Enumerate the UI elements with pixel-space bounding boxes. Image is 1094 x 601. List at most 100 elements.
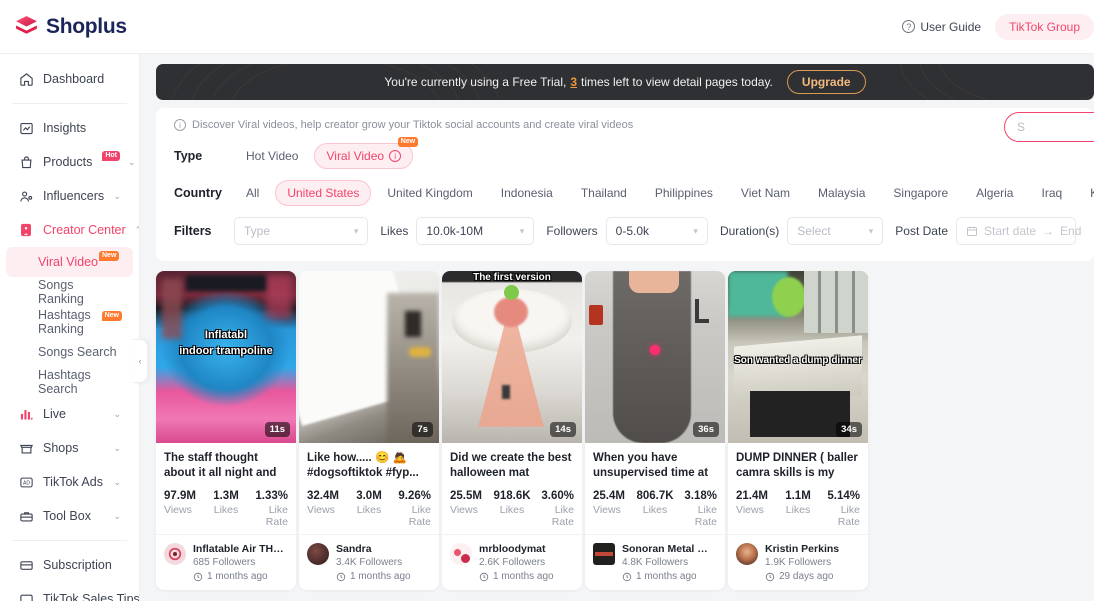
post-age-label: 1 months ago bbox=[493, 571, 554, 582]
video-card-footer[interactable]: Kristin Perkins 1.9K Followers 29 days a… bbox=[728, 534, 868, 590]
upgrade-button[interactable]: Upgrade bbox=[786, 70, 866, 94]
video-thumbnail[interactable]: Inflatabl indoor trampoline 11s bbox=[156, 271, 296, 443]
user-guide-button[interactable]: ? User Guide bbox=[902, 20, 981, 34]
video-card-footer[interactable]: Sonoran Metal Works 4.8K Followers 1 mon… bbox=[585, 534, 725, 590]
video-thumbnail[interactable]: 36s bbox=[585, 271, 725, 443]
likes-value: 806.7K bbox=[636, 490, 674, 502]
sidebar-item-tiktok-sales-tips[interactable]: TikTok Sales Tips bbox=[6, 582, 139, 601]
brand-name: Shoplus bbox=[46, 14, 127, 38]
views-label: Views bbox=[307, 504, 335, 516]
follower-count: 685 Followers bbox=[193, 557, 256, 568]
sidebar-item-hashtags-search[interactable]: Hashtags Search bbox=[6, 367, 133, 397]
video-card[interactable]: Son wanted a dump dinner 34s DUMP DINNER… bbox=[728, 271, 868, 590]
tips-icon bbox=[18, 591, 34, 601]
brand-logo-area[interactable]: Shoplus bbox=[0, 14, 140, 39]
sidebar-sub-label: Songs Ranking bbox=[38, 278, 84, 306]
stat-likes: 1.1M Likes bbox=[777, 490, 818, 528]
likes-select[interactable]: 10.0k-10M ▾ bbox=[416, 217, 535, 245]
chip-country-united-kingdom[interactable]: United Kingdom bbox=[375, 180, 484, 206]
sidebar-divider-2 bbox=[12, 540, 127, 541]
video-duration-badge: 11s bbox=[264, 422, 290, 437]
clock-icon bbox=[193, 572, 203, 581]
calendar-icon bbox=[967, 226, 977, 236]
sidebar-item-subscription[interactable]: Subscription bbox=[6, 548, 133, 582]
video-card[interactable]: Inflatabl indoor trampoline 11s The staf… bbox=[156, 271, 296, 590]
video-card-footer[interactable]: mrbloodymat 2.6K Followers 1 months ago bbox=[442, 534, 582, 590]
sidebar-item-label: Dashboard bbox=[43, 72, 105, 86]
tiktok-group-button[interactable]: TikTok Group bbox=[995, 13, 1094, 40]
sidebar-item-shops[interactable]: Shops ⌄ bbox=[6, 431, 133, 465]
avatar bbox=[164, 543, 186, 565]
video-title: DUMP DINNER ( baller camra skills is my … bbox=[736, 452, 858, 479]
stat-like-rate: 3.18% Like Rate bbox=[676, 490, 717, 528]
video-thumbnail[interactable]: The first version 14s bbox=[442, 271, 582, 443]
sidebar-item-viral-video[interactable]: Viral Video New bbox=[6, 247, 133, 277]
chip-country-all[interactable]: All bbox=[234, 180, 271, 206]
video-duration-badge: 7s bbox=[412, 422, 433, 437]
info-icon: i bbox=[389, 150, 402, 162]
chip-country-singapore[interactable]: Singapore bbox=[881, 180, 960, 206]
main-content: You're currently using a Free Trial, 3 t… bbox=[140, 54, 1094, 601]
sidebar-item-creator-center[interactable]: Creator Center ⌃ bbox=[6, 213, 139, 247]
sidebar-sub-label: Songs Search bbox=[38, 345, 117, 359]
sidebar-item-live[interactable]: Live ⌄ bbox=[6, 397, 133, 431]
chip-country-united-states[interactable]: United States bbox=[275, 180, 372, 206]
chip-country-philippines[interactable]: Philippines bbox=[643, 180, 725, 206]
post-age: 1 months ago bbox=[336, 571, 411, 582]
sidebar-item-products[interactable]: Products Hot ⌄ bbox=[6, 145, 136, 179]
new-badge: New bbox=[101, 310, 122, 322]
video-card[interactable]: 36s When you have unsupervised time at y… bbox=[585, 271, 725, 590]
sidebar-item-songs-search[interactable]: Songs Search bbox=[6, 337, 133, 367]
sidebar-item-tool-box[interactable]: Tool Box ⌄ bbox=[6, 499, 133, 533]
post-age-label: 29 days ago bbox=[779, 571, 834, 582]
chip-viral-video[interactable]: Viral Video i New bbox=[314, 137, 419, 169]
new-badge: New bbox=[397, 137, 419, 148]
chip-country-kuwait[interactable]: Kuwait bbox=[1078, 180, 1094, 206]
followers-select[interactable]: 0-5.0k ▾ bbox=[605, 217, 708, 245]
chevron-down-icon: ▾ bbox=[868, 225, 874, 236]
chip-hot-video[interactable]: Hot Video bbox=[234, 143, 310, 169]
chip-country-algeria[interactable]: Algeria bbox=[964, 180, 1025, 206]
video-stats: 21.4M Views 1.1M Likes 5.14% Like Rate bbox=[736, 490, 860, 528]
sidebar-item-songs-ranking[interactable]: Songs Ranking bbox=[6, 277, 133, 307]
chip-country-malaysia[interactable]: Malaysia bbox=[806, 180, 877, 206]
chip-country-viet-nam[interactable]: Viet Nam bbox=[729, 180, 802, 206]
chip-country-thailand[interactable]: Thailand bbox=[569, 180, 639, 206]
video-card-footer[interactable]: Sandra 3.4K Followers 1 months ago bbox=[299, 534, 439, 590]
video-card[interactable]: 7s Like how..... 😊 🙇 #dogsoftiktok #fyp.… bbox=[299, 271, 439, 590]
sidebar-item-label: Influencers bbox=[43, 189, 105, 203]
sidebar-collapse-button[interactable]: ‹ bbox=[133, 339, 148, 383]
duration-select[interactable]: Select ▾ bbox=[787, 217, 884, 245]
views-value: 21.4M bbox=[736, 490, 768, 502]
video-thumbnail[interactable]: 7s bbox=[299, 271, 439, 443]
sidebar-item-dashboard[interactable]: Dashboard bbox=[6, 62, 133, 96]
shoplus-logo-icon bbox=[16, 16, 37, 34]
filter-panel: i Discover Viral videos, help creator gr… bbox=[156, 108, 1094, 261]
post-age-label: 1 months ago bbox=[207, 571, 268, 582]
hot-badge: Hot bbox=[102, 150, 121, 162]
type-select[interactable]: Type ▾ bbox=[234, 217, 369, 245]
sidebar-item-influencers[interactable]: Influencers ⌄ bbox=[6, 179, 133, 213]
post-date-range-picker[interactable]: Start date → End bbox=[956, 217, 1081, 245]
stat-likes: 918.6K Likes bbox=[491, 490, 532, 528]
thumbnail-overlay-line1: The first version bbox=[473, 272, 551, 283]
video-thumbnail[interactable]: Son wanted a dump dinner 34s bbox=[728, 271, 868, 443]
author-name: Sandra bbox=[336, 543, 372, 555]
search-input[interactable]: S bbox=[1004, 112, 1094, 142]
views-value: 32.4M bbox=[307, 490, 339, 502]
stat-views: 97.9M Views bbox=[164, 490, 205, 528]
author-info: Kristin Perkins 1.9K Followers 29 days a… bbox=[765, 543, 839, 582]
like-rate-value: 1.33% bbox=[255, 490, 288, 502]
likes-label: Likes bbox=[785, 504, 811, 516]
sidebar-item-hashtags-ranking[interactable]: Hashtags Ranking New bbox=[6, 307, 133, 337]
video-card-body: Like how..... 😊 🙇 #dogsoftiktok #fyp... … bbox=[299, 443, 439, 534]
video-card-footer[interactable]: Inflatable Air THE JOY 685 Followers 1 m… bbox=[156, 534, 296, 590]
sidebar-item-tiktok-ads[interactable]: AD TikTok Ads ⌄ bbox=[6, 465, 133, 499]
chip-country-indonesia[interactable]: Indonesia bbox=[489, 180, 565, 206]
chip-country-iraq[interactable]: Iraq bbox=[1029, 180, 1074, 206]
end-date-placeholder: End bbox=[1060, 224, 1082, 238]
video-card-body: The staff thought about it all night and… bbox=[156, 443, 296, 534]
sidebar-item-label: Creator Center bbox=[43, 223, 126, 237]
sidebar-item-insights[interactable]: Insights bbox=[6, 111, 133, 145]
video-card[interactable]: The first version 14s Did we create the … bbox=[442, 271, 582, 590]
